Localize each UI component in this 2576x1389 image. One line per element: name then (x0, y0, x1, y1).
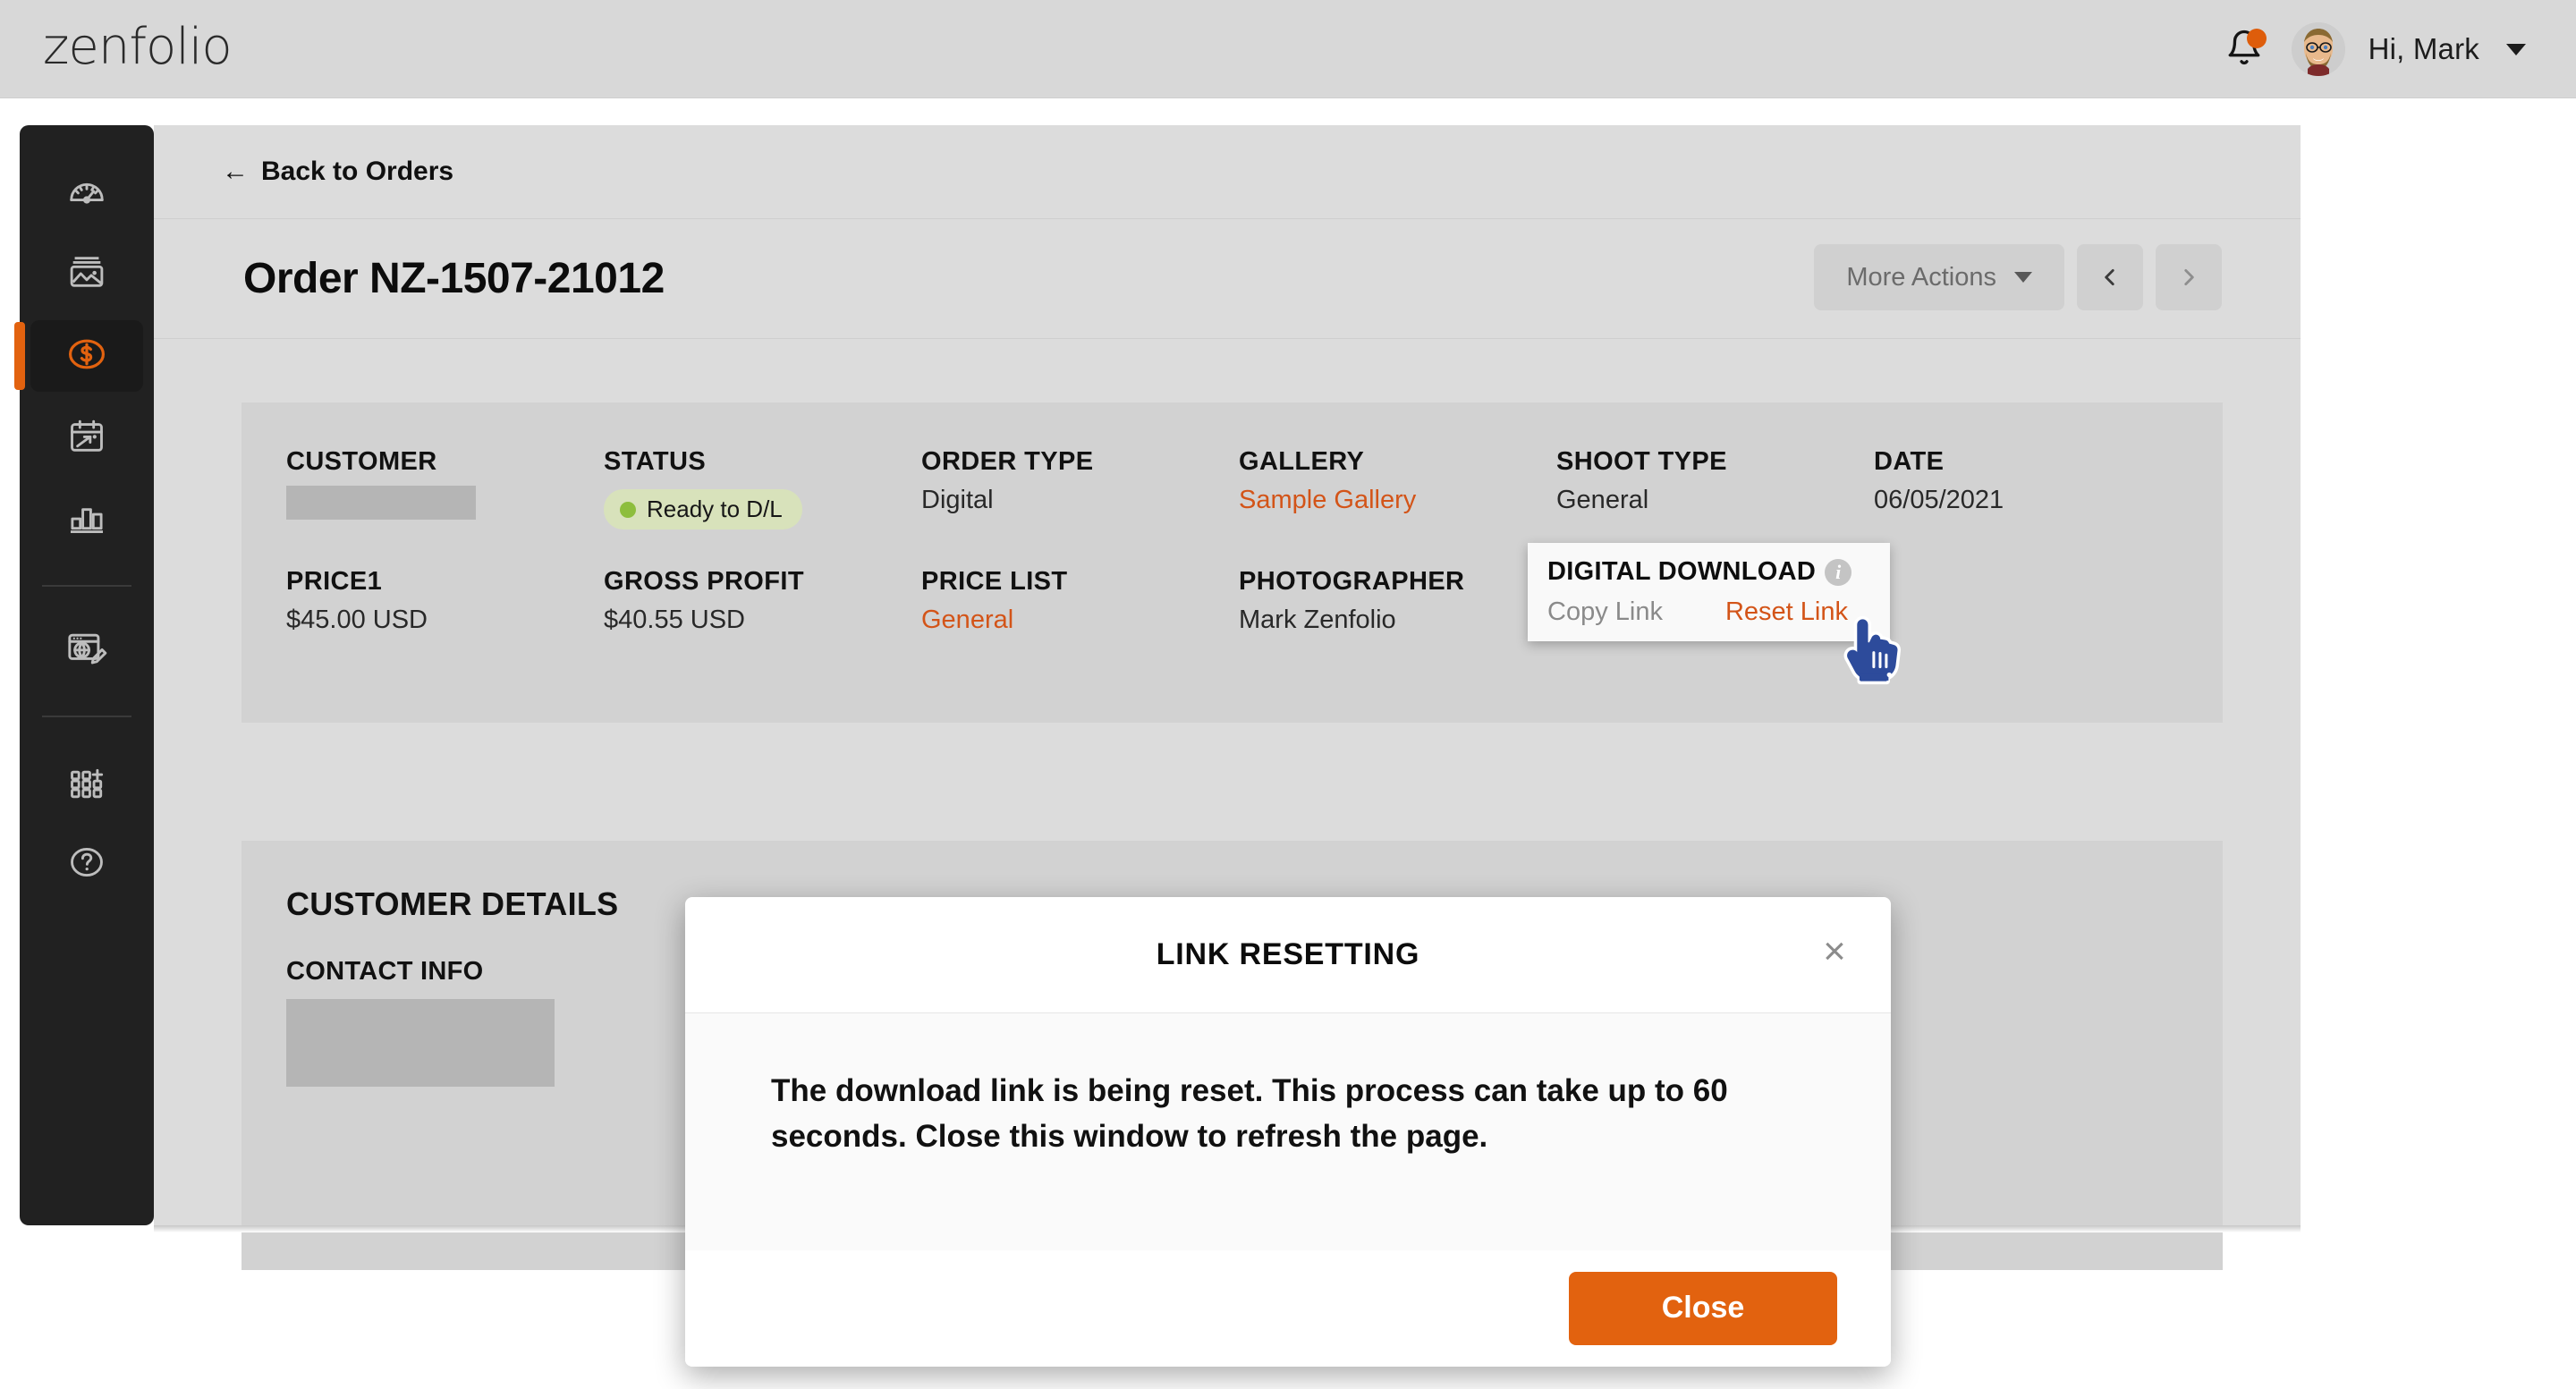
modal-header: LINK RESETTING × (685, 897, 1891, 1013)
app-root: zenfolio Hi, Mark ← Back to Orders Order… (0, 0, 2576, 1389)
close-button[interactable]: Close (1569, 1271, 1837, 1345)
modal-footer: Close (685, 1250, 1891, 1366)
modal-message: The download link is being reset. This p… (771, 1073, 1728, 1154)
close-icon[interactable]: × (1814, 931, 1855, 972)
link-resetting-modal: LINK RESETTING × The download link is be… (685, 897, 1891, 1367)
modal-title: LINK RESETTING (1156, 937, 1420, 971)
modal-body: The download link is being reset. This p… (685, 1013, 1891, 1250)
